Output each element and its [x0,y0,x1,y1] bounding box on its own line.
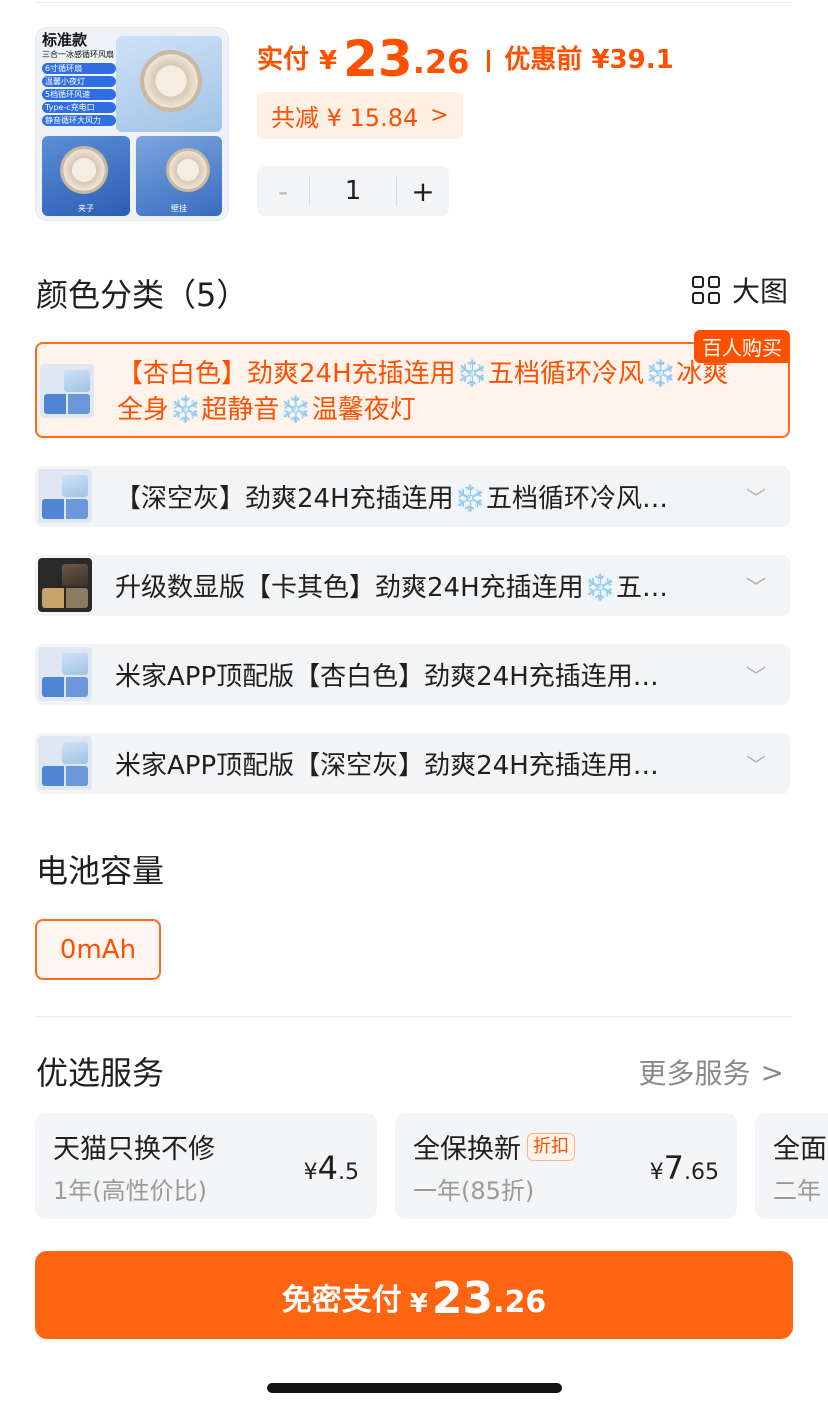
service-card[interactable]: 全保换新 折扣 一年(85折) ¥7.65 [395,1113,737,1219]
pay-currency: ¥ [409,1289,428,1319]
discount-tag: 折扣 [527,1132,575,1161]
battery-option-chip[interactable]: 0mAh [35,919,161,980]
battery-section-title: 电池容量 [36,852,165,890]
service-title: 全面 [773,1134,827,1165]
quantity-stepper: - 1 + [257,166,449,216]
service-price: ¥4.5 [303,1149,359,1187]
increase-button[interactable]: + [397,175,449,208]
popular-badge: 百人购买 [694,330,790,363]
color-option-selected[interactable]: 【杏白色】劲爽24H充插连用❄️五档循环冷风❄️冰爽全身❄️超静音❄️温馨夜灯 … [35,330,790,438]
quantity-value[interactable]: 1 [309,176,397,206]
option-thumbnail [38,647,92,701]
service-card[interactable]: 全面 二年 [755,1113,828,1219]
color-option[interactable]: 米家APP顶配版【杏白色】劲爽24H充插连用… ﹀ [35,644,790,705]
option-thumbnail [38,558,92,612]
big-view-button[interactable]: 大图 [691,270,788,310]
decrease-button[interactable]: - [257,175,309,208]
color-option[interactable]: 米家APP顶配版【深空灰】劲爽24H充插连用… ﹀ [35,733,790,794]
service-card[interactable]: 天猫只换不修 1年(高性价比) ¥4.5 [35,1113,377,1219]
color-option[interactable]: 【深空灰】劲爽24H充插连用❄️五档循环冷风… ﹀ [35,466,790,527]
price-currency: ¥ [319,46,338,76]
price-decimal: .26 [412,43,470,81]
option-thumbnail [38,469,92,523]
pay-label: 免密支付 [281,1283,402,1318]
option-thumbnail [40,364,94,418]
chevron-right-icon: > [430,103,449,128]
service-subtitle: 一年(85折) [413,1177,535,1205]
service-price: ¥7.65 [649,1149,719,1187]
option-label: 米家APP顶配版【杏白色】劲爽24H充插连用… [115,662,659,692]
price-integer: 23 [343,30,413,88]
section-divider [35,1016,793,1017]
pay-decimal: .26 [493,1285,547,1320]
original-price: 优惠前 ¥39.1 [504,45,674,75]
option-label: 升级数显版【卡其色】劲爽24H充插连用❄️五… [115,573,669,603]
grid-icon [691,276,720,304]
home-indicator [267,1383,562,1393]
chevron-down-icon: ﹀ [746,575,766,599]
discount-pill[interactable]: 共减 ¥ 15.84 > [257,92,463,139]
services-section-title: 优选服务 [36,1054,165,1092]
color-section-title: 颜色分类（5） [36,276,249,314]
option-label: 米家APP顶配版【深空灰】劲爽24H充插连用… [115,751,659,781]
top-divider [35,2,793,3]
more-services-link[interactable]: 更多服务 > [639,1052,784,1092]
product-thumbnail[interactable]: 标准款 三合一冰感循环风扇 6寸循环扇 温馨小夜灯 5档循环风速 Type-c充… [35,27,229,221]
discount-text: 共减 ¥ 15.84 [271,104,419,132]
chevron-down-icon: ﹀ [746,486,766,510]
option-label: 【深空灰】劲爽24H充插连用❄️五档循环冷风… [115,484,669,514]
product-clip-image: 夹子 [42,136,130,216]
more-services-label: 更多服务 [638,1057,751,1090]
option-label: 【杏白色】劲爽24H充插连用❄️五档循环冷风❄️冰爽全身❄️超静音❄️温馨夜灯 [117,359,729,425]
chevron-down-icon: ﹀ [746,664,766,688]
price-separator [487,50,491,72]
chevron-down-icon: ﹀ [746,753,766,777]
color-option[interactable]: 升级数显版【卡其色】劲爽24H充插连用❄️五… ﹀ [35,555,790,616]
option-thumbnail [38,736,92,790]
price-row: 实付 ¥ 23 .26 优惠前 ¥39.1 [257,30,674,84]
chevron-right-icon: > [760,1055,784,1089]
product-wall-image: 壁挂 [136,136,222,216]
big-view-label: 大图 [731,275,788,308]
service-subtitle: 1年(高性价比) [53,1177,207,1205]
service-title: 全保换新 折扣 [413,1127,575,1166]
pay-button[interactable]: 免密支付 ¥ 23 .26 [35,1251,793,1339]
service-title: 天猫只换不修 [53,1134,215,1165]
pay-integer: 23 [431,1273,494,1324]
price-label: 实付 [257,45,310,75]
product-main-image [116,36,222,132]
thumbnail-text: 标准款 三合一冰感循环风扇 6寸循环扇 温馨小夜灯 5档循环风速 Type-c充… [42,31,116,126]
service-subtitle: 二年 [773,1177,821,1205]
